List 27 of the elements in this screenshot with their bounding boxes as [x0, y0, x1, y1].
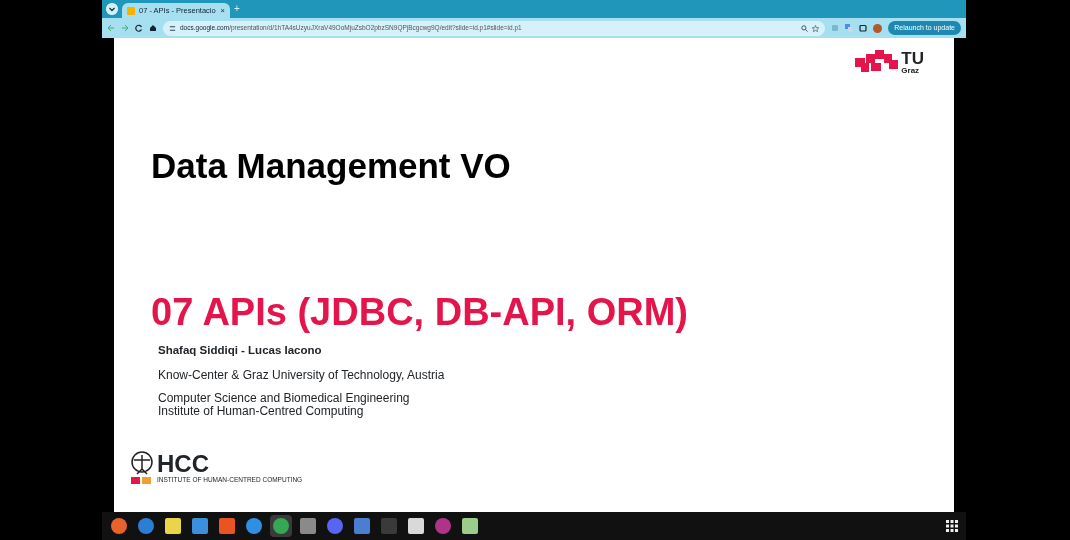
site-info-icon[interactable]: [169, 24, 176, 32]
hcc-logo-text: HCC: [157, 451, 210, 476]
logo-text: TU: [901, 50, 924, 67]
taskbar-app[interactable]: [459, 515, 481, 537]
department-text: Computer Science and Biomedical Engineering: [158, 392, 411, 405]
taskbar-app[interactable]: [405, 515, 427, 537]
logo-subtext: Graz: [901, 67, 921, 75]
slides-icon: [127, 6, 135, 15]
authors-text: Shafaq Siddiqi - Lucas Iacono: [158, 343, 323, 358]
hcc-logo-icon: [130, 450, 154, 484]
app-grid-icon[interactable]: [946, 520, 958, 532]
slide-title: Data Management VO: [151, 146, 512, 186]
affiliation-text: Know-Center & Graz University of Technology, Austria: [158, 367, 446, 385]
taskbar-app[interactable]: [270, 515, 292, 537]
taskbar-app[interactable]: [243, 515, 265, 537]
taskbar-app[interactable]: [297, 515, 319, 537]
star-icon[interactable]: [812, 24, 820, 32]
zoom-icon[interactable]: [801, 24, 809, 32]
reload-icon[interactable]: [135, 24, 143, 32]
taskbar-app[interactable]: [108, 515, 130, 537]
home-icon[interactable]: [149, 24, 157, 32]
taskbar-app[interactable]: [162, 515, 184, 537]
slide-subtitle: 07 APIs (JDBC, DB-API, ORM): [151, 290, 689, 334]
department-text: Institute of Human-Centred Computing: [158, 404, 364, 418]
tab-menu-icon[interactable]: [106, 3, 118, 15]
avatar-icon[interactable]: [873, 23, 883, 33]
taskbar-app[interactable]: [189, 515, 211, 537]
